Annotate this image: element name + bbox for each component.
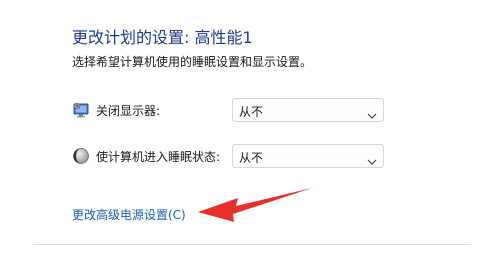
divider [34, 244, 470, 245]
sleep-select-value: 从不 [239, 151, 264, 165]
chevron-down-icon [367, 152, 377, 165]
display-off-select-value: 从不 [239, 105, 264, 119]
monitor-icon [72, 101, 90, 119]
page-subtitle: 选择希望计算机使用的睡眠设置和显示设置。 [72, 55, 313, 69]
power-plan-settings-page: 更改计划的设置: 高性能1 选择希望计算机使用的睡眠设置和显示设置。 关闭显示器… [0, 0, 491, 260]
advanced-power-settings-link[interactable]: 更改高级电源设置(C) [72, 206, 186, 223]
display-off-select[interactable]: 从不 [232, 98, 384, 122]
display-off-setting-row: 关闭显示器: 从不 [72, 98, 392, 122]
display-off-label: 关闭显示器: [96, 104, 161, 118]
sleep-label: 使计算机进入睡眠状态: [96, 150, 221, 164]
page-title: 更改计划的设置: 高性能1 [72, 28, 253, 47]
moon-icon [72, 147, 90, 165]
sleep-select[interactable]: 从不 [232, 144, 384, 168]
sleep-setting-row: 使计算机进入睡眠状态: 从不 [72, 144, 392, 168]
chevron-down-icon [367, 106, 377, 119]
red-arrow-annotation [196, 186, 314, 226]
